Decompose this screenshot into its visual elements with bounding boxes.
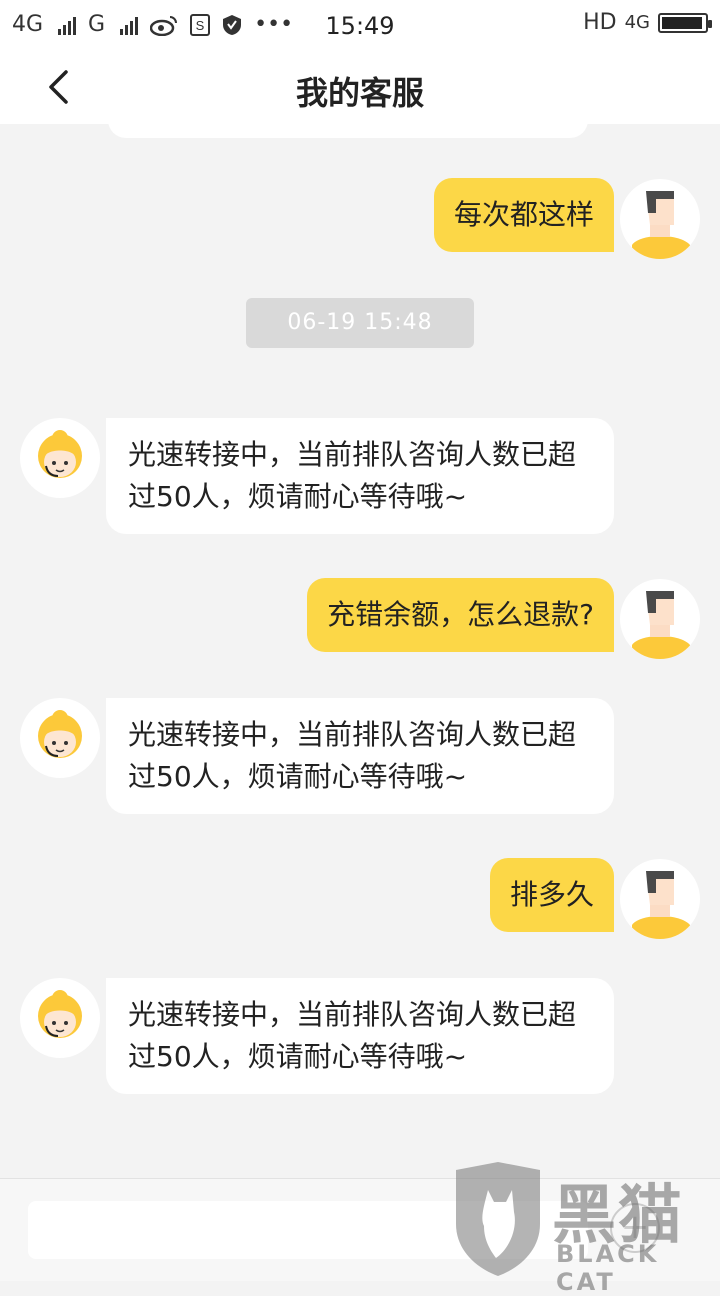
message-text: 光速转接中，当前排队咨询人数已超过50人，烦请耐心等待哦~ xyxy=(128,438,577,513)
status-bar: 4G G S ••• 15:49 HD 4G xyxy=(0,0,720,50)
previous-message-bubble xyxy=(108,124,588,138)
add-attachment-button[interactable]: + xyxy=(610,1203,660,1253)
message-text: 光速转接中，当前排队咨询人数已超过50人，烦请耐心等待哦~ xyxy=(128,718,577,793)
agent-avatar[interactable] xyxy=(20,698,100,778)
status-right: HD 4G xyxy=(583,10,712,35)
agent-message-bubble: 光速转接中，当前排队咨询人数已超过50人，烦请耐心等待哦~ xyxy=(106,978,614,1094)
app-header: 我的客服 xyxy=(0,50,720,124)
page-title: 我的客服 xyxy=(295,74,424,112)
agent-avatar[interactable] xyxy=(20,978,100,1058)
message-input[interactable] xyxy=(28,1201,588,1259)
message-text: 每次都这样 xyxy=(453,198,594,231)
agent-message-bubble: 光速转接中，当前排队咨询人数已超过50人，烦请耐心等待哦~ xyxy=(106,698,614,814)
input-bar: + xyxy=(0,1178,720,1281)
support-agent-icon xyxy=(38,430,82,478)
message-text: 光速转接中，当前排队咨询人数已超过50人，烦请耐心等待哦~ xyxy=(128,998,577,1073)
plus-icon: + xyxy=(620,1207,650,1247)
user-message-bubble: 每次都这样 xyxy=(433,178,614,252)
hd-indicator: HD xyxy=(583,10,617,35)
network-indicator-3: 4G xyxy=(624,12,650,33)
message-text: 排多久 xyxy=(509,878,594,911)
user-message-bubble: 排多久 xyxy=(489,858,614,932)
chat-area[interactable]: 每次都这样 06-19 15:48 光速转接中，当前排队咨询人数已超过50人，烦… xyxy=(0,124,720,1178)
user-avatar-icon xyxy=(632,591,690,659)
agent-avatar[interactable] xyxy=(20,418,100,498)
agent-message-bubble: 光速转接中，当前排队咨询人数已超过50人，烦请耐心等待哦~ xyxy=(106,418,614,534)
user-avatar[interactable] xyxy=(620,579,700,659)
message-text: 充错余额，怎么退款? xyxy=(327,598,594,631)
user-avatar[interactable] xyxy=(620,859,700,939)
support-agent-icon xyxy=(38,990,82,1038)
user-avatar-icon xyxy=(632,191,690,259)
user-avatar-icon xyxy=(632,871,690,939)
timestamp: 06-19 15:48 xyxy=(246,298,474,348)
user-avatar[interactable] xyxy=(620,179,700,259)
battery-icon xyxy=(658,12,712,33)
user-message-bubble: 充错余额，怎么退款? xyxy=(307,578,614,652)
support-agent-icon xyxy=(38,710,82,758)
